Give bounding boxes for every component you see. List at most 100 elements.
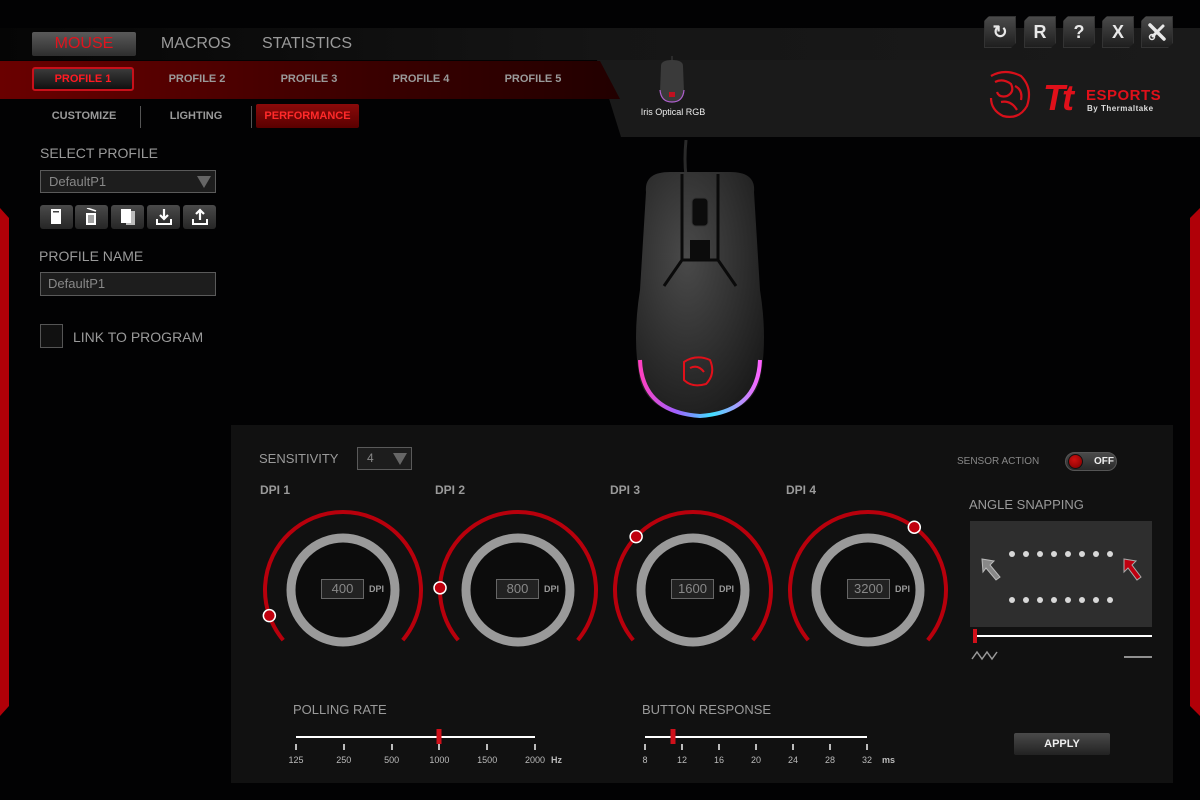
wave-jagged-icon [971, 650, 998, 661]
dpi-3-unit: DPI [719, 584, 735, 594]
snap-dot [1037, 551, 1043, 557]
close-icon: X [1111, 22, 1124, 42]
copy-icon [121, 209, 135, 225]
link-to-program-label: LINK TO PROGRAM [73, 329, 204, 345]
snap-dot [1051, 551, 1057, 557]
slider-tick [644, 744, 646, 750]
tab-divider [140, 106, 141, 128]
slider-tick [866, 744, 868, 750]
dpi-1-label: DPI 1 [260, 483, 291, 497]
dpi-1-unit: DPI [369, 584, 385, 594]
dpi-knob-handle[interactable] [262, 608, 277, 623]
slider-tick-label: 32 [861, 755, 873, 765]
dpi-1-value[interactable]: 400 [321, 579, 364, 599]
dpi-knob-handle[interactable] [629, 529, 643, 544]
slider-tick-label: 2000 [524, 755, 546, 765]
tab-divider [251, 106, 252, 128]
slider-tick [534, 744, 536, 750]
import-profile-button[interactable] [147, 205, 180, 229]
slider-tick [390, 744, 393, 750]
performance-panel: SENSITIVITY 4 DPI 1 DPI 2 DPI 3 DPI 4 40… [231, 425, 1173, 783]
toggle-knob [1068, 454, 1083, 469]
snap-dot [1037, 597, 1043, 603]
snap-dot [1107, 597, 1113, 603]
dpi-3-value[interactable]: 1600 [671, 579, 714, 599]
tab-mouse[interactable]: MOUSE [32, 32, 136, 56]
cursor-arrow-red-icon [1123, 558, 1142, 581]
brand-logo-sub: ESPORTS [1086, 87, 1162, 104]
tab-profile-1[interactable]: PROFILE 1 [32, 67, 134, 91]
slider-handle[interactable] [436, 729, 442, 744]
snap-dot [1107, 551, 1113, 557]
profile-select-value: DefaultP1 [49, 174, 107, 189]
sensitivity-label: SENSITIVITY [259, 451, 339, 466]
dpi-4-value[interactable]: 3200 [847, 579, 890, 599]
sensor-action-state: OFF [1094, 456, 1114, 467]
slider-tick [792, 744, 794, 750]
dpi-2-value[interactable]: 800 [496, 579, 539, 599]
slider-tick-label: 16 [713, 755, 725, 765]
slider-tick-label: 500 [384, 755, 400, 765]
sensitivity-select[interactable]: 4 [357, 447, 412, 470]
chevron-down-icon [197, 176, 211, 188]
profile-name-input[interactable]: DefaultP1 [40, 272, 216, 296]
left-accent-bar [0, 208, 9, 716]
tab-statistics[interactable]: STATISTICS [252, 32, 362, 56]
delete-profile-button[interactable] [75, 205, 108, 229]
snap-dot [1051, 597, 1057, 603]
tab-macros[interactable]: MACROS [150, 32, 242, 56]
slider-tick-label: 1000 [429, 755, 450, 765]
snap-dot [1023, 597, 1029, 603]
right-accent-bar [1190, 208, 1200, 716]
tab-customize[interactable]: CUSTOMIZE [40, 104, 128, 128]
angle-snapping-preview [970, 521, 1152, 627]
angle-snapping-handle[interactable] [973, 629, 977, 643]
dpi-knob-handle[interactable] [433, 581, 447, 595]
angle-snapping-slider[interactable] [973, 629, 1152, 643]
snap-dot [1009, 597, 1015, 603]
copy-profile-button[interactable] [111, 205, 144, 229]
sensor-action-toggle[interactable]: OFF [1065, 452, 1117, 471]
help-button[interactable]: ? [1063, 16, 1095, 48]
brand-logo-main: Tt [1043, 77, 1074, 118]
tab-lighting[interactable]: LIGHTING [152, 104, 240, 128]
mouse-image [636, 140, 764, 419]
dpi-knob-handle[interactable] [907, 520, 922, 534]
dpi-4-label: DPI 4 [786, 483, 817, 497]
slider-tick-label: 125 [288, 755, 304, 765]
refresh-button[interactable]: ↻ [984, 16, 1016, 48]
brand-logo-byline: By Thermaltake [1087, 104, 1154, 113]
slider-tick [438, 744, 441, 750]
slider-unit-label: ms [882, 755, 896, 765]
apply-button[interactable]: APPLY [1014, 733, 1110, 755]
snap-dot [1079, 551, 1085, 557]
device-thumbnail[interactable] [655, 56, 689, 104]
tab-performance[interactable]: PERFORMANCE [256, 104, 359, 128]
snap-dot [1009, 551, 1015, 557]
slider-tick [295, 744, 297, 750]
import-icon [156, 209, 172, 225]
slider-tick-label: 28 [824, 755, 836, 765]
slider-tick [718, 744, 720, 750]
tab-profile-2[interactable]: PROFILE 2 [146, 67, 248, 91]
profile-select[interactable]: DefaultP1 [40, 170, 216, 193]
slider-handle[interactable] [670, 729, 676, 744]
polling-rate-slider[interactable]: 125 250 500 1000 1500 2000 Hz [288, 729, 562, 765]
export-profile-button[interactable] [183, 205, 216, 229]
tab-profile-4[interactable]: PROFILE 4 [370, 67, 472, 91]
angle-snapping-label: ANGLE SNAPPING [969, 497, 1084, 512]
snap-dot [1065, 597, 1071, 603]
sensor-action-label: SENSOR ACTION [957, 456, 1040, 467]
dpi-2-unit: DPI [544, 584, 560, 594]
tab-profile-5[interactable]: PROFILE 5 [482, 67, 584, 91]
settings-button[interactable] [1141, 16, 1173, 48]
dpi-3-label: DPI 3 [610, 483, 641, 497]
close-button[interactable]: X [1102, 16, 1134, 48]
link-to-program-checkbox[interactable] [40, 324, 63, 348]
new-profile-button[interactable] [40, 205, 73, 229]
tab-profile-3[interactable]: PROFILE 3 [258, 67, 360, 91]
reset-button[interactable]: R [1024, 16, 1056, 48]
slider-tick-label: 12 [676, 755, 688, 765]
button-response-slider[interactable]: 8 12 16 20 24 28 32 ms [642, 729, 895, 765]
device-name: Iris Optical RGB [640, 107, 706, 117]
